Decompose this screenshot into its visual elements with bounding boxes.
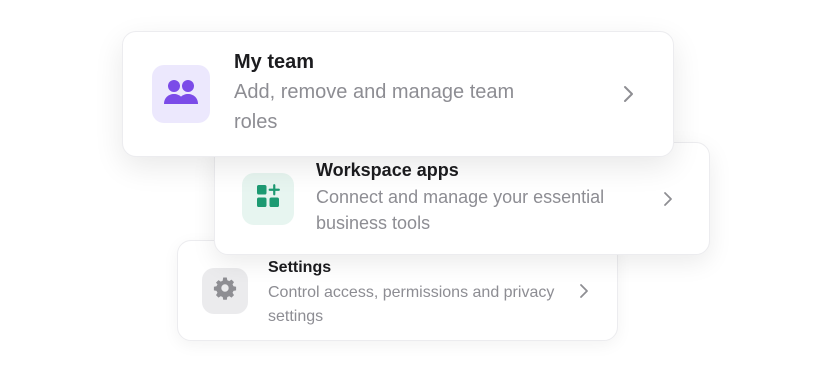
settings-icon-tile xyxy=(202,267,248,314)
workspace-apps-description: Connect and manage your essential busine… xyxy=(316,186,605,233)
my-team-card[interactable]: My team Add, remove and manage team role… xyxy=(122,31,674,157)
workspace-apps-title: Workspace apps xyxy=(316,159,459,180)
chevron-right-icon xyxy=(573,283,595,299)
my-team-title: My team xyxy=(234,51,315,73)
settings-title: Settings xyxy=(268,258,332,276)
chevron-right-icon xyxy=(617,85,639,103)
workspace-apps-icon-tile xyxy=(242,172,294,225)
my-team-description: Add, remove and manage team roles xyxy=(234,81,515,133)
settings-card[interactable]: Settings Control access, permissions and… xyxy=(177,240,618,341)
workspace-apps-card[interactable]: Workspace apps Connect and manage your e… xyxy=(214,142,710,255)
gear-icon xyxy=(213,276,237,305)
settings-description: Control access, permissions and privacy … xyxy=(268,283,555,325)
users-icon xyxy=(163,78,199,111)
apps-add-icon xyxy=(255,183,281,214)
chevron-right-icon xyxy=(657,191,679,207)
my-team-icon-tile xyxy=(152,65,210,123)
